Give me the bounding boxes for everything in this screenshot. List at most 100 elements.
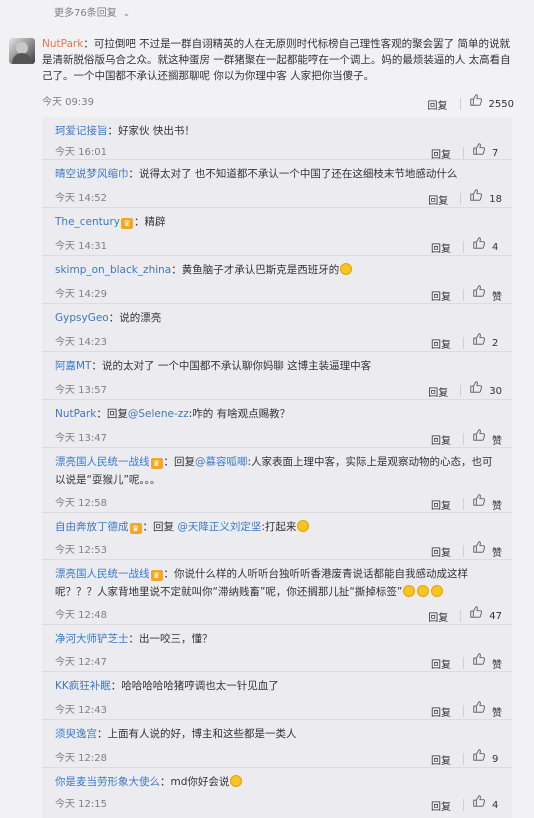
main-comment: NutPark：可拉倒吧 不过是一群自诩精英的人在无原则时代标榜自己理性客观的聚… <box>0 23 534 125</box>
thumbs-up-icon[interactable] <box>472 142 486 156</box>
thumbs-up-icon[interactable] <box>469 380 483 394</box>
reply-button[interactable]: 回复 <box>428 97 448 112</box>
thumbs-up-icon[interactable] <box>472 332 486 346</box>
like-count[interactable]: 47 <box>489 611 502 622</box>
reply-button[interactable]: 回复 <box>431 752 451 767</box>
reply-username[interactable]: NutPark <box>55 408 96 420</box>
reply-text: 阿嘉MT：说的太对了 一个中国都不承认聊你妈聊 这博主装逼理中客 <box>55 357 500 375</box>
like-count[interactable]: 4 <box>492 800 502 811</box>
reply-item: NutPark：回复@Selene-zz:咋的 有啥观点赐教？ 今天 13:47… <box>42 400 512 448</box>
like-count[interactable]: 赞 <box>492 432 502 447</box>
more-replies-link[interactable]: 更多76条回复 ⌄ <box>54 4 130 19</box>
like-count[interactable]: 4 <box>492 242 502 253</box>
avatar[interactable] <box>9 38 35 64</box>
like-count[interactable]: 赞 <box>492 656 502 671</box>
mention-link[interactable]: @慕容呱唧 <box>195 456 248 468</box>
reply-timestamp: 今天 12:47 <box>55 657 107 668</box>
divider <box>463 289 464 301</box>
divider <box>463 147 464 159</box>
like-count[interactable]: 2550 <box>489 99 514 110</box>
reply-list: 珂爱记接旨：好家伙 快出书！ 今天 16:01 回复 7 晴空说梦风缩巾：说得太对… <box>42 117 512 818</box>
reply-button[interactable]: 回复 <box>431 288 451 303</box>
like-count[interactable]: 赞 <box>492 288 502 303</box>
reply-actions: 回复 赞 <box>431 284 502 303</box>
mention-link[interactable]: @天降正义刘定坚 <box>177 521 261 533</box>
crying-laugh-emoji-icon <box>431 585 444 597</box>
reply-item: skimp_on_black_zhina：黄鱼脑子才承认巴斯克是西班牙的 今天 … <box>42 256 512 304</box>
reply-button[interactable]: 回复 <box>428 609 448 624</box>
crying-laugh-emoji-icon <box>417 585 430 597</box>
reply-timestamp: 今天 12:58 <box>55 498 107 509</box>
thumbs-up-icon[interactable] <box>472 493 486 507</box>
reply-username[interactable]: 珂爱记接旨 <box>55 125 108 137</box>
reply-username[interactable]: 漂亮国人民统一战线 <box>55 456 150 468</box>
thumbs-up-icon[interactable] <box>472 428 486 442</box>
reply-username[interactable]: KK疯狂补眠 <box>55 680 111 692</box>
reply-username[interactable]: 晴空说梦风缩巾 <box>55 168 129 180</box>
reply-username[interactable]: 你是麦当劳形象大使么 <box>55 776 160 788</box>
vip-badge-icon: ♛ <box>129 523 142 534</box>
reply-username[interactable]: 净河大师铲芝士 <box>55 633 129 645</box>
reply-username[interactable]: 须臾逸宫 <box>55 728 97 740</box>
divider <box>460 610 462 622</box>
divider <box>460 385 462 397</box>
reply-body: ：md你好会说 <box>160 776 230 788</box>
reply-item: 珂爱记接旨：好家伙 快出书！ 今天 16:01 回复 7 <box>42 117 512 161</box>
reply-username[interactable]: 自由奔放丁德成 <box>55 521 129 533</box>
reply-actions: 回复 4 <box>431 794 502 813</box>
thumbs-up-icon[interactable] <box>472 794 486 808</box>
thumbs-up-icon[interactable] <box>469 93 483 107</box>
crying-laugh-emoji-icon <box>403 585 416 597</box>
reply-text: 晴空说梦风缩巾：说得太对了 也不知道都不承认一个中国了还在这细枝末节地感动什么 <box>55 165 500 183</box>
like-count[interactable]: 9 <box>492 754 502 765</box>
divider <box>463 753 464 765</box>
reply-username[interactable]: GypsyGeo <box>55 312 109 324</box>
like-count[interactable]: 7 <box>492 148 502 159</box>
more-replies-label: 更多76条回复 <box>54 8 117 19</box>
reply-button[interactable]: 回复 <box>431 798 451 813</box>
reply-timestamp: 今天 13:47 <box>55 433 107 444</box>
like-count[interactable]: 2 <box>492 338 502 349</box>
thumbs-up-icon[interactable] <box>472 652 486 666</box>
reply-item: 须臾逸宫：上面有人说的好，博主和这些都是一类人 今天 12:28 回复 9 <box>42 720 512 768</box>
thumbs-up-icon[interactable] <box>469 605 483 619</box>
reply-timestamp: 今天 12:28 <box>55 753 107 764</box>
thumbs-up-icon[interactable] <box>472 700 486 714</box>
like-count[interactable]: 赞 <box>492 704 502 719</box>
reply-body: ：黄鱼脑子才承认巴斯克是西班牙的 <box>171 264 340 276</box>
like-count[interactable]: 30 <box>489 386 502 397</box>
reply-body: ：哈哈哈哈哈猪哼调也太一针见血了 <box>110 680 279 692</box>
comment-body: ：可拉倒吧 不过是一群自诩精英的人在无原则时代标榜自己理性客观的聚会罢了 简单的… <box>42 38 511 82</box>
thumbs-up-icon[interactable] <box>472 540 486 554</box>
thumbs-up-icon[interactable] <box>472 284 486 298</box>
like-count[interactable]: 赞 <box>492 497 502 512</box>
thumbs-up-icon[interactable] <box>469 188 483 202</box>
reply-button[interactable]: 回复 <box>431 656 451 671</box>
reply-actions: 回复 18 <box>428 188 502 207</box>
reply-item: 你是麦当劳形象大使么：md你好会说 今天 12:15 回复 4 <box>42 768 512 818</box>
comment-actions: 回复 2550 <box>428 93 514 112</box>
divider <box>463 498 464 510</box>
reply-button[interactable]: 回复 <box>431 432 451 447</box>
reply-button[interactable]: 回复 <box>431 240 451 255</box>
reply-text: 你是麦当劳形象大使么：md你好会说 <box>55 773 500 791</box>
reply-item: 自由奔放丁德成 ♛ ：回复 @天降正义刘定坚:打起来 今天 12:53 回复 赞 <box>42 513 512 560</box>
reply-button[interactable]: 回复 <box>428 384 448 399</box>
like-count[interactable]: 18 <box>489 194 502 205</box>
reply-button[interactable]: 回复 <box>428 192 448 207</box>
reply-button[interactable]: 回复 <box>431 336 451 351</box>
like-count[interactable]: 赞 <box>492 544 502 559</box>
reply-username[interactable]: The_century <box>55 216 120 228</box>
comment-username[interactable]: NutPark <box>42 38 83 50</box>
reply-username[interactable]: 漂亮国人民统一战线 <box>55 568 150 580</box>
reply-username[interactable]: skimp_on_black_zhina <box>55 264 171 276</box>
reply-button[interactable]: 回复 <box>431 544 451 559</box>
mention-link[interactable]: @Selene-zz <box>128 408 189 420</box>
reply-button[interactable]: 回复 <box>431 497 451 512</box>
reply-button[interactable]: 回复 <box>431 146 451 161</box>
reply-username[interactable]: 阿嘉MT <box>55 360 91 372</box>
reply-button[interactable]: 回复 <box>431 704 451 719</box>
thumbs-up-icon[interactable] <box>472 748 486 762</box>
thumbs-up-icon[interactable] <box>472 236 486 250</box>
reply-item: 阿嘉MT：说的太对了 一个中国都不承认聊你妈聊 这博主装逼理中客 今天 13:5… <box>42 352 512 400</box>
